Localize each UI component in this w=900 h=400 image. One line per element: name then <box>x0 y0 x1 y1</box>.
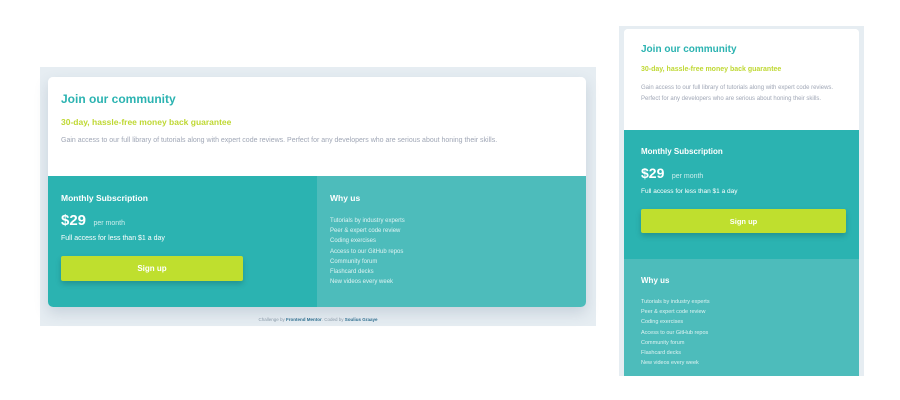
feature-item: Tutorials by industry experts <box>330 218 405 224</box>
card-description: Gain access to our full library of tutor… <box>61 137 498 144</box>
mobile-pricing-card: Join our community 30-day, hassle-free m… <box>624 29 859 376</box>
why-us-panel: Why us Tutorials by industry experts Pee… <box>317 176 586 307</box>
feature-item: Community forum <box>330 258 378 265</box>
feature-item: Coding exercises <box>330 238 377 245</box>
mobile-access-note: Full access for less than $1 a day <box>641 188 738 195</box>
mobile-price: $29 <box>641 165 665 181</box>
author-link[interactable]: Soulius Graaye <box>345 317 378 322</box>
mobile-feature-item: Access to our GitHub repos <box>641 329 709 336</box>
sign-up-button[interactable]: Sign up <box>61 256 243 281</box>
mobile-card-tagline: 30-day, hassle-free money back guarantee <box>641 66 782 73</box>
mobile-preview: Join our community 30-day, hassle-free m… <box>619 26 864 376</box>
access-note: Full access for less than $1 a day <box>61 235 165 242</box>
mobile-price-period: per month <box>671 173 704 180</box>
subscription-panel: Monthly Subscription $29 per month Full … <box>48 176 317 307</box>
feature-item: Flashcard decks <box>330 269 374 276</box>
mobile-feature-list: Tutorials by industry experts Peer & exp… <box>641 297 710 368</box>
card-title: Join our community <box>61 92 176 106</box>
feature-list: Tutorials by industry experts Peer & exp… <box>330 216 405 287</box>
mobile-card-header: Join our community 30-day, hassle-free m… <box>624 29 859 130</box>
attribution-middle: . Coded by <box>321 317 344 322</box>
pricing-card: Join our community 30-day, hassle-free m… <box>48 77 586 307</box>
feature-item: Peer & expert code review <box>330 228 401 235</box>
mobile-feature-item: Flashcard decks <box>641 350 682 357</box>
mobile-feature-item: Coding exercises <box>641 319 684 326</box>
mobile-card-title: Join our community <box>641 44 737 55</box>
mobile-feature-item: Tutorials by industry experts <box>641 299 710 305</box>
card-header: Join our community 30-day, hassle-free m… <box>48 77 586 176</box>
mobile-why-us-heading: Why us <box>641 276 670 285</box>
mobile-why-us-panel: Why us Tutorials by industry experts Pee… <box>624 259 859 376</box>
mobile-subscription-heading: Monthly Subscription <box>641 147 723 156</box>
subscription-heading: Monthly Subscription <box>61 193 148 203</box>
mobile-price-row: $29 per month <box>641 165 703 183</box>
mobile-subscription-panel: Monthly Subscription $29 per month Full … <box>624 130 859 259</box>
feature-item: Access to our GitHub repos <box>330 248 404 255</box>
feature-item: New videos every week <box>330 279 394 286</box>
challenge-link[interactable]: Frontend Mentor <box>286 317 322 322</box>
price-period: per month <box>93 220 126 227</box>
price: $29 <box>61 212 87 229</box>
desktop-preview: Join our community 30-day, hassle-free m… <box>40 67 596 326</box>
why-us-heading: Why us <box>330 193 361 203</box>
attribution: Challenge by Frontend Mentor. Coded by S… <box>40 317 596 322</box>
mobile-feature-item: Peer & expert code review <box>641 309 706 316</box>
card-tagline: 30-day, hassle-free money back guarantee <box>61 117 232 127</box>
mobile-sign-up-button[interactable]: Sign up <box>641 209 846 233</box>
mobile-card-description: Gain access to our full library of tutor… <box>641 85 834 102</box>
mobile-feature-item: Community forum <box>641 339 685 346</box>
attribution-prefix: Challenge by <box>258 317 285 322</box>
price-row: $29 per month <box>61 212 125 230</box>
mobile-feature-item: New videos every week <box>641 360 699 367</box>
